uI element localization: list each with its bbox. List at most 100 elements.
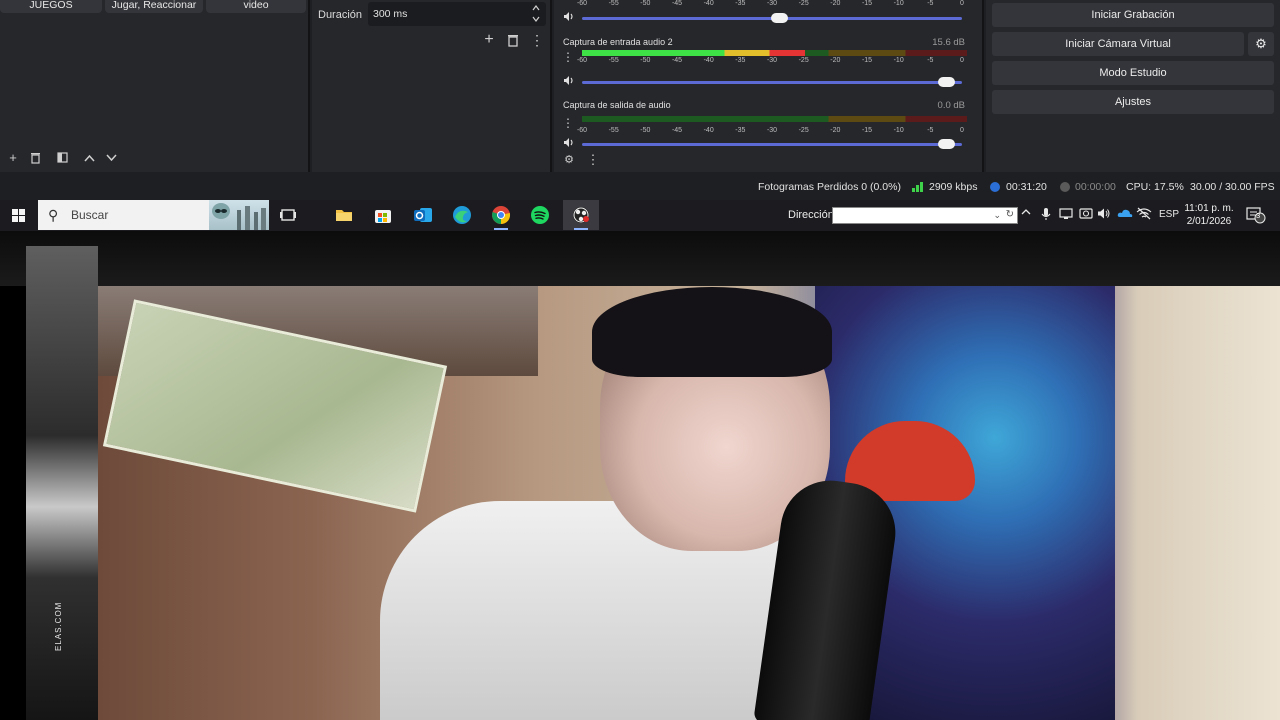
volume-slider[interactable] [582, 13, 962, 23]
camera-icon[interactable] [1079, 207, 1093, 223]
meter-ticks: -60 -55 -50 -45 -40 -35 -30 -25 -20 -15 -10 -5 0 [577, 127, 968, 137]
language-indicator[interactable]: ESP [1159, 209, 1179, 220]
volume-slider[interactable] [582, 139, 962, 149]
speaker-icon[interactable] [563, 75, 575, 89]
meter-tick-label: -5 [927, 127, 934, 134]
meter-tick-label: -15 [861, 127, 873, 134]
spin-down-icon[interactable] [531, 15, 541, 25]
onedrive-icon[interactable] [1117, 207, 1133, 223]
studio-mode-button[interactable]: Modo Estudio [992, 61, 1274, 85]
scenes-panel: JUEGOS Jugar, Reaccionar video + [0, 0, 310, 172]
obs-taskbar-button[interactable] [563, 200, 599, 230]
dropped-frames: Fotogramas Perdidos 0 (0.0%) [758, 181, 901, 193]
more-vertical-icon[interactable]: ⋮ [528, 30, 546, 50]
filter-icon[interactable] [53, 148, 71, 168]
duration-label: Duración [318, 9, 363, 21]
audio-meter [582, 50, 967, 56]
scene-item[interactable]: video [206, 0, 306, 13]
volume-slider[interactable] [582, 77, 962, 87]
more-vertical-icon[interactable]: ⋮ [562, 116, 574, 130]
spotify-icon[interactable] [529, 204, 551, 226]
speaker-icon[interactable] [563, 137, 575, 151]
search-highlight-image [209, 200, 269, 230]
meter-tick-label: -60 [576, 57, 588, 64]
transitions-panel: Duración 300 ms + ⋮ [312, 0, 552, 172]
spin-up-icon[interactable] [531, 4, 541, 14]
meter-tick-label: -35 [735, 57, 746, 64]
outlook-icon[interactable] [412, 204, 434, 226]
bitrate: 2909 kbps [929, 181, 978, 193]
volume-slider-thumb[interactable] [937, 139, 955, 149]
network-disconnected-icon[interactable] [1136, 207, 1152, 223]
refresh-icon[interactable]: ↻ [1006, 209, 1014, 220]
microphone-icon[interactable] [1041, 207, 1051, 224]
meter-tick-label: -5 [927, 57, 934, 64]
meter-tick-label: -25 [798, 57, 809, 64]
channel-db: 0.0 dB [937, 100, 965, 111]
meter-tick-label: -30 [766, 127, 778, 134]
meter-tick-label: -30 [766, 57, 778, 64]
meter-tick-label: -30 [766, 0, 778, 7]
edge-icon[interactable] [451, 204, 473, 226]
plus-icon[interactable]: + [480, 30, 498, 50]
file-explorer-icon[interactable] [333, 204, 355, 226]
obs-window: JUEGOS Jugar, Reaccionar video + Duració… [0, 0, 1280, 200]
chevron-up-icon[interactable] [80, 148, 98, 168]
notification-icon[interactable]: 3 [1246, 207, 1266, 227]
display-icon[interactable] [1059, 207, 1073, 223]
background-strip [0, 231, 1280, 286]
volume-slider-thumb[interactable] [770, 13, 788, 23]
settings-button[interactable]: Ajustes [992, 90, 1274, 114]
meter-tick-label: -20 [830, 0, 841, 7]
record-time: 00:00:00 [1075, 181, 1116, 193]
scene-item[interactable]: JUEGOS [0, 0, 102, 13]
duration-input[interactable]: 300 ms [368, 2, 546, 26]
channel-db: 15.6 dB [932, 37, 965, 48]
fps: 30.00 / 30.00 FPS [1190, 181, 1275, 193]
taskbar-search[interactable]: ⚲ Buscar [38, 200, 269, 230]
meter-tick-label: -45 [671, 57, 683, 64]
speaker-icon[interactable] [563, 11, 575, 25]
meter-tick-label: -55 [608, 57, 619, 64]
plus-icon[interactable]: + [4, 148, 22, 168]
meter-tick-label: -20 [830, 127, 841, 134]
taskbar: ⚲ Buscar Dirección ⌄ ↻ ESP 11:01 p. m. 2… [0, 200, 1280, 231]
meter-tick-label: -25 [798, 127, 809, 134]
meter-tick-label: -25 [798, 0, 809, 7]
meter-tick-label: -45 [671, 0, 683, 7]
volume-icon[interactable] [1097, 207, 1111, 223]
meter-tick-label: -40 [703, 57, 714, 64]
tray-chevron-up-icon[interactable] [1021, 207, 1031, 219]
windows-start-icon[interactable] [12, 209, 26, 223]
record-icon [1060, 182, 1070, 192]
volume-slider-thumb[interactable] [937, 77, 955, 87]
more-vertical-icon[interactable]: ⋮ [562, 50, 574, 64]
advanced-audio-gear-icon[interactable]: ⚙ [560, 150, 578, 170]
chevron-down-icon[interactable]: ⌄ [993, 210, 1001, 221]
microsoft-store-icon[interactable] [372, 204, 394, 226]
chrome-icon[interactable] [490, 204, 512, 226]
trash-icon[interactable] [26, 148, 44, 168]
more-vertical-icon[interactable]: ⋮ [584, 150, 602, 170]
meter-tick-label: -40 [703, 127, 714, 134]
chevron-down-icon[interactable] [102, 148, 120, 168]
start-virtual-camera-button[interactable]: Iniciar Cámara Virtual [992, 32, 1244, 56]
task-view-icon[interactable] [277, 204, 299, 226]
meter-tick-label: -10 [893, 0, 904, 7]
scene-item[interactable]: Jugar, Reaccionar [105, 0, 203, 13]
search-placeholder: Buscar [71, 208, 109, 222]
start-recording-button[interactable]: Iniciar Grabación [992, 3, 1274, 27]
meter-tick-label: -40 [703, 0, 714, 7]
meter-tick-label: -45 [671, 127, 683, 134]
trash-icon[interactable] [504, 30, 522, 50]
virtual-camera-gear-icon[interactable]: ⚙ [1248, 32, 1274, 56]
meter-tick-label: -55 [608, 0, 619, 7]
meter-tick-label: -50 [640, 0, 651, 7]
meter-tick-label: -50 [640, 127, 651, 134]
webcam-preview: ELAS.COM [0, 231, 1280, 720]
audio-meter-level [582, 50, 806, 56]
audio-mixer-panel: -60 -55 -50 -45 -40 -35 -30 -25 -20 -15 -10 -5 0 Cap… [554, 0, 984, 172]
meter-tick-label: -15 [861, 0, 873, 7]
clock[interactable]: 11:01 p. m. 2/01/2026 [1183, 202, 1235, 228]
address-input[interactable]: ⌄ ↻ [832, 207, 1018, 224]
